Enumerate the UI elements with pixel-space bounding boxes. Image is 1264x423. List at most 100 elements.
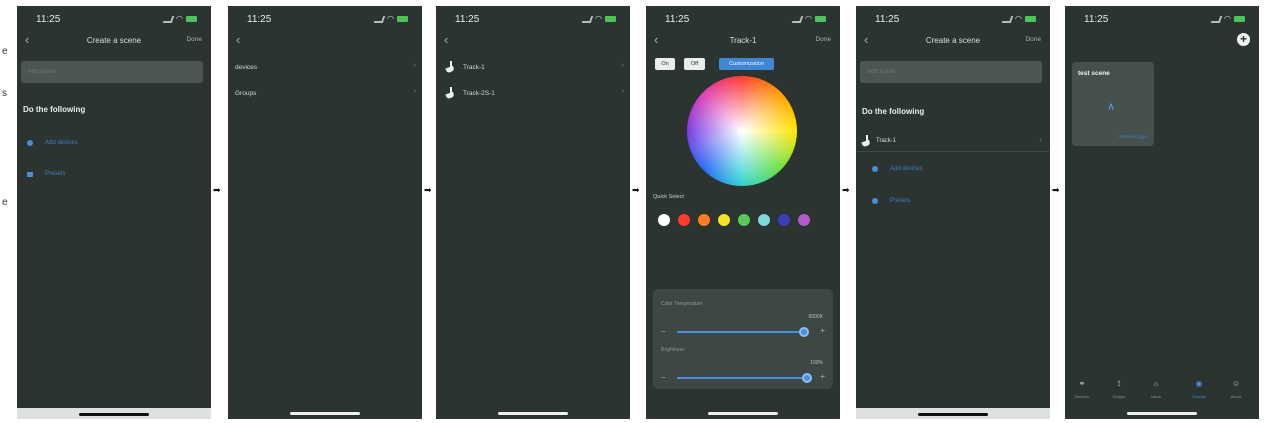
groups-icon: ⟟ — [1117, 379, 1121, 388]
presets-button[interactable]: Presets — [872, 198, 910, 204]
battery-icon — [1234, 16, 1245, 22]
nav-bar: ‹ — [436, 32, 630, 50]
scene-name-input[interactable] — [860, 61, 1042, 83]
selected-device-row[interactable]: Track-1 › — [856, 130, 1050, 152]
scene-run-icon: ∧ — [1107, 101, 1116, 113]
list-item-groups[interactable]: Groups › — [228, 84, 422, 104]
selected-device-label: Track-1 — [876, 138, 897, 144]
status-time: 11:25 — [1084, 14, 1109, 25]
presets-icon — [27, 171, 33, 177]
track-light-icon — [446, 61, 456, 73]
list-item-label: Groups — [235, 90, 257, 97]
scene-name-field[interactable] — [21, 61, 203, 83]
manual-trigger-link[interactable]: Manual trigger — [1119, 134, 1148, 139]
home-indicator — [1127, 412, 1197, 415]
color-swatch-orange[interactable] — [698, 214, 710, 226]
screen-scenes: 11:25 ◠ + test scene ∧ Manual trigger ⚭ … — [1065, 6, 1259, 419]
home-indicator — [708, 412, 778, 415]
tab-bar: ⚭ Devices ⟟ Groups ☼ Ideas ◉ Scenes ☺ Ab… — [1065, 379, 1259, 407]
color-temperature-slider[interactable]: − + — [661, 325, 825, 337]
adjustment-panel: Color Temperature 6500K − + Brightness 1… — [653, 289, 833, 389]
page-title: Create a scene — [925, 36, 981, 45]
link-icon: ⚭ — [1078, 379, 1086, 388]
minus-icon[interactable]: − — [661, 327, 666, 336]
status-icons: ◠ — [373, 15, 408, 23]
section-title: Do the following — [23, 105, 86, 114]
scene-card[interactable]: test scene ∧ Manual trigger — [1072, 62, 1154, 146]
done-button[interactable]: Done — [1025, 36, 1041, 43]
color-swatch-purple[interactable] — [798, 214, 810, 226]
tab-devices[interactable]: ⚭ Devices — [1068, 379, 1096, 399]
off-button[interactable]: Off — [684, 58, 705, 70]
add-devices-button[interactable]: Add devices — [872, 166, 923, 172]
list-item-track-1[interactable]: Track-1 › — [436, 58, 630, 78]
tab-label: Groups — [1112, 394, 1126, 399]
plus-icon[interactable]: + — [820, 372, 825, 381]
status-icons: ◠ — [581, 14, 616, 23]
status-bar: 11:25 ◠ — [436, 6, 630, 28]
arrow-icon: ➡ — [632, 185, 640, 195]
home-indicator — [918, 413, 988, 416]
add-devices-label: Add devices — [45, 140, 78, 146]
color-swatch-cyan[interactable] — [758, 214, 770, 226]
scene-card-title: test scene — [1078, 70, 1110, 77]
status-bar: 11:25 ◠ — [1065, 6, 1259, 28]
customization-button[interactable]: Customization — [719, 58, 774, 70]
add-devices-button[interactable]: Add devices — [27, 140, 78, 146]
presets-button[interactable]: Presets — [27, 171, 65, 177]
list-item-devices[interactable]: devices › — [228, 58, 422, 78]
arrow-icon: ➡ — [424, 185, 432, 195]
tab-label: About — [1230, 394, 1242, 399]
tab-groups[interactable]: ⟟ Groups — [1105, 379, 1133, 399]
status-bar: 11:25 ◠ — [856, 6, 1050, 28]
brightness-label: Brightness — [661, 347, 685, 353]
nav-bar: ‹ Track-1 Done — [646, 32, 840, 50]
cropped-text-2: s — [2, 88, 7, 99]
tab-about[interactable]: ☺ About — [1222, 379, 1250, 399]
color-swatch-yellow[interactable] — [718, 214, 730, 226]
color-swatch-green[interactable] — [738, 214, 750, 226]
done-button[interactable]: Done — [815, 36, 831, 43]
signal-icon — [373, 15, 386, 23]
brightness-value: 100% — [810, 360, 823, 366]
battery-icon — [186, 16, 197, 22]
wifi-icon: ◠ — [1015, 14, 1022, 23]
signal-icon — [791, 15, 804, 23]
scene-name-field[interactable] — [860, 61, 1042, 83]
plus-icon[interactable]: + — [820, 326, 825, 335]
on-button[interactable]: On — [655, 58, 675, 70]
chevron-right-icon: › — [621, 88, 624, 95]
arrow-icon: ➡ — [1052, 185, 1060, 195]
slider-knob[interactable] — [799, 327, 810, 337]
color-wheel-cursor[interactable] — [737, 127, 745, 135]
back-icon[interactable]: ‹ — [236, 33, 240, 47]
wifi-icon: ◠ — [595, 14, 602, 23]
track-light-icon — [446, 87, 456, 99]
minus-icon[interactable]: − — [661, 373, 666, 382]
add-scene-button[interactable]: + — [1237, 33, 1250, 46]
scene-name-input[interactable] — [21, 61, 203, 83]
list-item-label: Track-2S-1 — [463, 90, 495, 97]
screen-add-type: 11:25 ◠ ‹ devices › Groups › — [228, 6, 422, 419]
list-item-track-2s-1[interactable]: Track-2S-1 › — [436, 84, 630, 104]
color-swatch-red[interactable] — [678, 214, 690, 226]
color-swatch-white[interactable] — [658, 214, 670, 226]
nav-bar: ‹ Create a scene Done — [856, 32, 1050, 50]
tab-scenes[interactable]: ◉ Scenes — [1185, 379, 1213, 399]
slider-knob[interactable] — [802, 373, 812, 383]
signal-icon — [1001, 15, 1014, 23]
status-icons: ◠ — [1210, 15, 1245, 23]
status-time: 11:25 — [875, 14, 900, 25]
tab-ideas[interactable]: ☼ Ideas — [1142, 379, 1170, 399]
brightness-slider[interactable]: − + — [661, 371, 825, 383]
track-light-icon — [862, 135, 872, 147]
page-title: Create a scene — [86, 36, 142, 45]
done-button[interactable]: Done — [186, 36, 202, 43]
cropped-side-text: e s e — [0, 0, 16, 423]
color-swatch-blue[interactable] — [778, 214, 790, 226]
screenshot-stage: e s e 11:25 ◠ ‹ Create a scene Done Do t… — [0, 0, 1264, 423]
chevron-right-icon: › — [413, 62, 416, 69]
status-time: 11:25 — [665, 14, 690, 25]
chevron-right-icon: › — [1039, 137, 1042, 144]
back-icon[interactable]: ‹ — [444, 33, 448, 47]
